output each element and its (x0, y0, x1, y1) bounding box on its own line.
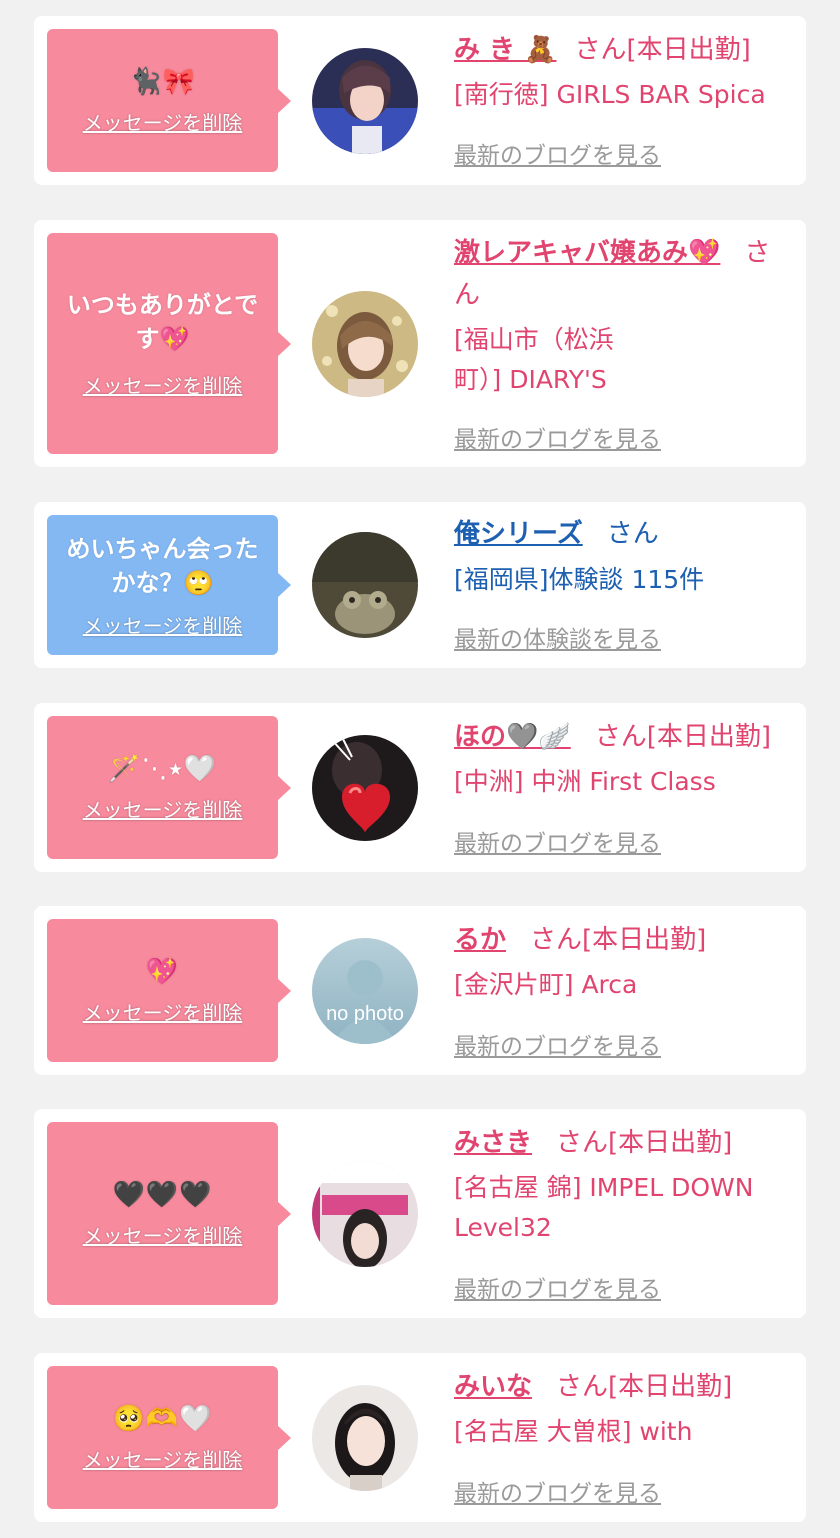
latest-blog-link[interactable]: 最新のブログを見る (454, 1027, 661, 1061)
avatar[interactable] (312, 291, 418, 397)
honorific: さん (574, 35, 627, 65)
user-name-link[interactable]: 俺シリーズ (454, 519, 583, 549)
no-photo-avatar-icon: no photo (312, 938, 418, 1044)
user-info: みいな さん[本日出勤] [名古屋 大曽根] with (454, 1367, 794, 1452)
user-info: み き 🧸 さん[本日出勤] [南行徳] GIRLS BAR Spica (454, 30, 794, 115)
user-info: みさき さん[本日出勤] [名古屋 錦] IMPEL DOWN Level32 (454, 1123, 794, 1248)
status-badge: [本日出勤] (608, 1128, 733, 1158)
message-text: 🐈‍⬛🎀 (129, 67, 196, 97)
delete-message-link[interactable]: メッセージを削除 (83, 1444, 243, 1473)
latest-blog-link[interactable]: 最新のブログを見る (454, 136, 661, 170)
delete-message-link[interactable]: メッセージを削除 (83, 794, 243, 823)
avatar-photo-icon (312, 291, 418, 397)
delete-message-link[interactable]: メッセージを削除 (83, 370, 243, 399)
message-bubble: 💖 メッセージを削除 (47, 919, 291, 1062)
honorific: さん (530, 925, 583, 955)
avatar[interactable] (312, 1385, 418, 1491)
latest-experience-link[interactable]: 最新の体験談を見る (454, 620, 661, 654)
message-card: 🖤🖤🖤 メッセージを削除 みさき さん[本日出勤] [名古屋 錦] IMPEL D… (34, 1109, 806, 1318)
status-badge: [本日出勤] (646, 722, 772, 752)
delete-message-link[interactable]: メッセージを削除 (83, 1220, 243, 1249)
avatar-photo-icon (312, 48, 418, 154)
latest-blog-link[interactable]: 最新のブログを見る (454, 824, 661, 858)
delete-message-link[interactable]: メッセージを削除 (83, 107, 243, 136)
shop-label: [名古屋 錦] IMPEL DOWN Level32 (454, 1173, 754, 1242)
message-text: 🖤🖤🖤 (112, 1180, 213, 1210)
avatar-photo-icon (312, 735, 418, 841)
message-text: 🪄⋱⭑🤍 (108, 754, 217, 784)
shop-label: [中洲] 中洲 First Class (454, 767, 716, 796)
message-bubble: 🖤🖤🖤 メッセージを削除 (47, 1122, 291, 1305)
user-name-link[interactable]: 激レアキャバ嬢あみ💖 (454, 238, 720, 268)
message-text: 💖 (145, 957, 180, 987)
user-name-link[interactable]: るか (454, 925, 506, 955)
message-bubble: いつもありがとです💖 メッセージを削除 (47, 233, 291, 454)
latest-blog-link[interactable]: 最新のブログを見る (454, 420, 661, 454)
message-text: いつもありがとです💖 (66, 291, 259, 353)
message-list: 🐈‍⬛🎀 メッセージを削除 み き 🧸 さん[本日出勤] [南行徳] GIRLS … (0, 0, 840, 1538)
shop-label: [金沢片町] Arca (454, 970, 638, 999)
no-photo-label: no photo (326, 1003, 404, 1025)
avatar-photo-icon (312, 1161, 418, 1267)
status-badge: [本日出勤] (608, 1372, 733, 1402)
honorific: さん (556, 1128, 609, 1158)
message-text: 🥺🫶🤍 (112, 1404, 213, 1434)
message-card: 🥺🫶🤍 メッセージを削除 みいな さん[本日出勤] [名古屋 大曽根] with … (34, 1353, 806, 1522)
user-name-link[interactable]: みさき (454, 1128, 532, 1158)
message-card: めいちゃん会ったかな？🙄 メッセージを削除 俺シリーズ さん [福岡県]体験談 1… (34, 502, 806, 668)
avatar[interactable]: no photo (312, 938, 418, 1044)
honorific: さん (556, 1372, 609, 1402)
avatar[interactable] (312, 735, 418, 841)
message-bubble: めいちゃん会ったかな？🙄 メッセージを削除 (47, 515, 291, 655)
avatar[interactable] (312, 48, 418, 154)
delete-message-link[interactable]: メッセージを削除 (83, 997, 243, 1026)
shop-label: [名古屋 大曽根] with (454, 1417, 693, 1446)
avatar[interactable] (312, 532, 418, 638)
avatar[interactable] (312, 1161, 418, 1267)
avatar-photo-icon (312, 532, 418, 638)
message-card: 🐈‍⬛🎀 メッセージを削除 み き 🧸 さん[本日出勤] [南行徳] GIRLS … (34, 16, 806, 185)
honorific: さん (606, 519, 659, 549)
avatar-photo-icon (312, 1385, 418, 1491)
honorific: さん (594, 722, 647, 752)
message-bubble: 🪄⋱⭑🤍 メッセージを削除 (47, 716, 291, 859)
message-card: 💖 メッセージを削除 no photo るか さん[本日出勤] [金沢片町] Ar… (34, 906, 806, 1075)
user-info: るか さん[本日出勤] [金沢片町] Arca (454, 920, 794, 1005)
message-text: めいちゃん会ったかな？🙄 (66, 534, 259, 597)
shop-label: [福山市（松浜町）] DIARY'S (454, 325, 614, 394)
user-info: 激レアキャバ嬢あみ💖 さん [福山市（松浜町）] DIARY'S (454, 232, 794, 400)
delete-message-link[interactable]: メッセージを削除 (83, 610, 243, 639)
user-info: 俺シリーズ さん [福岡県]体験談 115件 (454, 514, 794, 600)
status-badge: [本日出勤] (626, 35, 751, 65)
status-badge: [本日出勤] (582, 925, 707, 955)
latest-blog-link[interactable]: 最新のブログを見る (454, 1270, 661, 1304)
shop-label: [南行徳] GIRLS BAR Spica (454, 80, 766, 109)
shop-label: [福岡県]体験談 115件 (454, 565, 705, 594)
message-card: 🪄⋱⭑🤍 メッセージを削除 ほの🩶🪽 さん[本日出勤] [中洲] 中洲 First… (34, 703, 806, 872)
latest-blog-link[interactable]: 最新のブログを見る (454, 1474, 661, 1508)
message-bubble: 🥺🫶🤍 メッセージを削除 (47, 1366, 291, 1509)
user-name-link[interactable]: ほの🩶🪽 (454, 722, 571, 752)
user-name-link[interactable]: み き 🧸 (454, 35, 556, 65)
message-bubble: 🐈‍⬛🎀 メッセージを削除 (47, 29, 291, 172)
message-card: いつもありがとです💖 メッセージを削除 激レアキャバ嬢あみ💖 さん [福山市（松浜… (34, 220, 806, 467)
user-info: ほの🩶🪽 さん[本日出勤] [中洲] 中洲 First Class (454, 717, 794, 802)
user-name-link[interactable]: みいな (454, 1372, 532, 1402)
